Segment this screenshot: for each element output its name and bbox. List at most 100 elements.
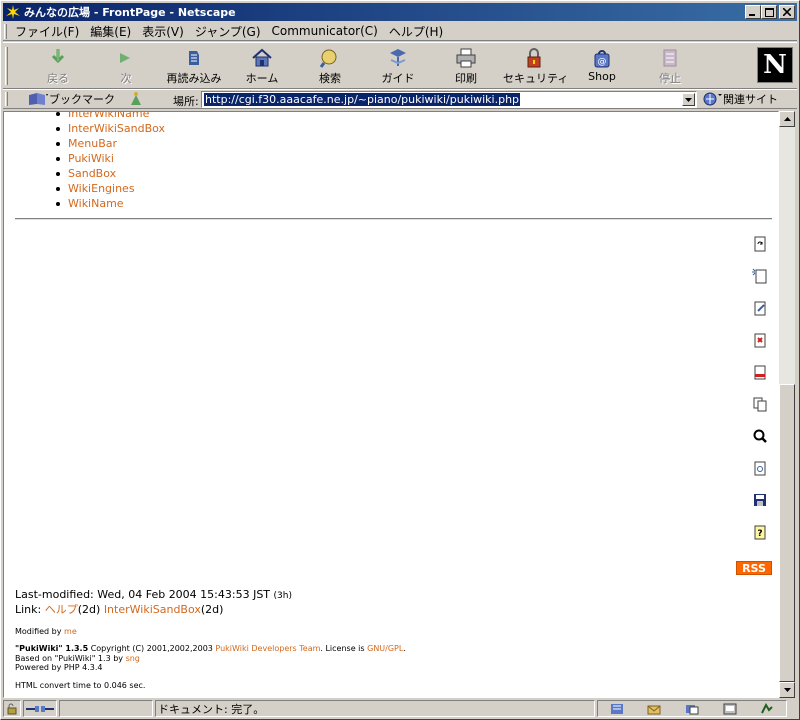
svg-text:?: ? [757, 529, 762, 539]
home-button[interactable]: ホーム [231, 47, 293, 87]
bookmarks-button[interactable]: ブックマーク [27, 91, 145, 107]
backlink-interwikisandbox[interactable]: InterWikiSandBox [104, 603, 201, 616]
component-bar [597, 700, 787, 717]
menu-communicator[interactable]: Communicator(C) [267, 24, 384, 38]
browser-window: みんなの広場 - FrontPage - Netscape ファイル(F) 編集… [0, 0, 800, 720]
last-modified: Last-modified: Wed, 04 Feb 2004 15:43:53… [15, 588, 292, 601]
navigator-component-icon[interactable] [610, 703, 624, 715]
backlinks: Link: ヘルプ(2d) InterWikiSandBox(2d) [15, 601, 223, 617]
page-link[interactable]: WikiEngines [54, 181, 165, 196]
menu-file[interactable]: ファイル(F) [10, 23, 85, 40]
news-component-icon[interactable] [685, 703, 699, 715]
list-pages-icon[interactable] [752, 460, 768, 476]
print-button[interactable]: 印刷 [435, 47, 497, 87]
guide-label: ガイド [381, 72, 415, 85]
security-status[interactable] [3, 700, 21, 717]
lock-icon [527, 48, 541, 68]
shop-button[interactable]: @ Shop [571, 47, 633, 87]
status-text: ドキュメント: 完了。 [155, 700, 595, 717]
mail-component-icon[interactable] [647, 703, 661, 715]
back-button[interactable]: 戻る [27, 47, 89, 87]
menu-view[interactable]: 表示(V) [137, 23, 190, 40]
maximize-icon [764, 7, 774, 17]
print-label: 印刷 [455, 72, 477, 85]
page-link[interactable]: SandBox [54, 166, 165, 181]
backlink-help[interactable]: ヘルプ [45, 603, 78, 616]
shopping-bag-icon: @ [594, 50, 610, 68]
netscape-logo[interactable]: N [757, 47, 793, 83]
license-link[interactable]: GNU/GPL [367, 644, 403, 653]
status-bar: ドキュメント: 完了。 [3, 699, 797, 718]
location-label: 場所: [173, 95, 199, 108]
reload-button[interactable]: 再読み込み [163, 47, 225, 87]
page-link[interactable]: WikiName [54, 196, 165, 211]
menubar-grip [4, 23, 7, 39]
modified-by-link[interactable]: me [64, 627, 77, 636]
pukiwiki-credit: "PukiWiki" 1.3.5 Copyright (C) 2001,2002… [15, 644, 406, 653]
home-label: ホーム [245, 72, 279, 85]
license-suffix: . [403, 644, 406, 653]
guide-button[interactable]: ガイド [367, 47, 429, 87]
page-link[interactable]: InterWikiName [54, 112, 165, 121]
license-prefix: . License is [320, 644, 365, 653]
url-dropdown-button[interactable] [682, 93, 695, 106]
svg-text:@: @ [598, 57, 607, 67]
modified-by-label: Modified by [15, 627, 62, 636]
reload-icon [189, 51, 199, 65]
menu-go[interactable]: ジャンプ(G) [190, 23, 267, 40]
copy-page-icon[interactable] [752, 396, 768, 412]
edit-page-icon[interactable] [752, 300, 768, 316]
navigation-toolbar: 戻る 次 再読み込み ホーム 検索 ガイド 印刷 セキュリティ @ Shop 停… [3, 42, 797, 89]
maximize-button[interactable] [761, 5, 777, 19]
help-page-icon[interactable]: ? [752, 524, 768, 540]
scroll-down-button[interactable] [779, 682, 795, 698]
related-sites-icon [703, 92, 722, 106]
menu-edit[interactable]: 編集(E) [85, 23, 137, 40]
based-on-link[interactable]: sng [126, 654, 140, 663]
new-page-icon[interactable] [752, 268, 768, 284]
close-icon [783, 8, 791, 16]
scroll-thumb[interactable] [779, 384, 795, 682]
page-link[interactable]: MenuBar [54, 136, 165, 151]
title-bar: みんなの広場 - FrontPage - Netscape [3, 3, 797, 21]
backup-page-icon[interactable] [752, 364, 768, 380]
close-button[interactable] [779, 5, 795, 19]
composer-component-icon[interactable] [723, 703, 737, 715]
home-icon [252, 48, 272, 67]
menu-help[interactable]: ヘルプ(H) [384, 23, 449, 40]
minimize-button[interactable] [745, 5, 761, 19]
forward-button[interactable]: 次 [95, 47, 157, 87]
vertical-scrollbar[interactable] [779, 111, 795, 698]
page-link[interactable]: PukiWiki [54, 151, 165, 166]
url-field[interactable]: http://cgi.f30.aaacafe.ne.jp/~piano/puki… [201, 91, 697, 108]
menu-bar: ファイル(F) 編集(E) 表示(V) ジャンプ(G) Communicator… [3, 22, 797, 41]
page-link[interactable]: InterWikiSandBox [54, 121, 165, 136]
stop-button[interactable]: 停止 [639, 47, 701, 87]
related-sites-button[interactable]: 関連サイト [703, 91, 778, 107]
online-status[interactable] [23, 700, 57, 717]
connection-plug-icon [26, 705, 54, 712]
security-button[interactable]: セキュリティ [503, 47, 568, 87]
conference-component-icon[interactable] [760, 702, 774, 715]
save-page-icon[interactable] [752, 492, 768, 508]
related-sites-label: 関連サイト [723, 93, 778, 106]
location-bar: ブックマーク 場所: http://cgi.f30.aaacafe.ne.jp/… [3, 89, 797, 109]
last-modified-ago: (3h) [273, 591, 292, 601]
arrow-up-icon [783, 117, 791, 121]
reload-label: 再読み込み [166, 72, 222, 85]
window-title: みんなの広場 - FrontPage - Netscape [24, 6, 236, 19]
copyright-text: Copyright (C) 2001,2002,2003 [90, 644, 213, 653]
devteam-link[interactable]: PukiWiki Developers Team [215, 644, 320, 653]
forward-arrow-icon [120, 53, 130, 63]
backlink-interwikisandbox-age: (2d) [200, 603, 224, 616]
diff-page-icon[interactable] [752, 332, 768, 348]
scroll-up-button[interactable] [779, 111, 795, 127]
rss-badge[interactable]: RSS [736, 561, 772, 575]
back-arrow-icon [51, 49, 65, 64]
search-page-icon[interactable] [752, 428, 768, 444]
search-button[interactable]: 検索 [299, 47, 361, 87]
page-proxy-icon[interactable] [127, 91, 145, 107]
stop-label: 停止 [659, 72, 681, 85]
modified-by: Modified by me [15, 627, 77, 636]
reload-page-icon[interactable] [752, 236, 768, 252]
